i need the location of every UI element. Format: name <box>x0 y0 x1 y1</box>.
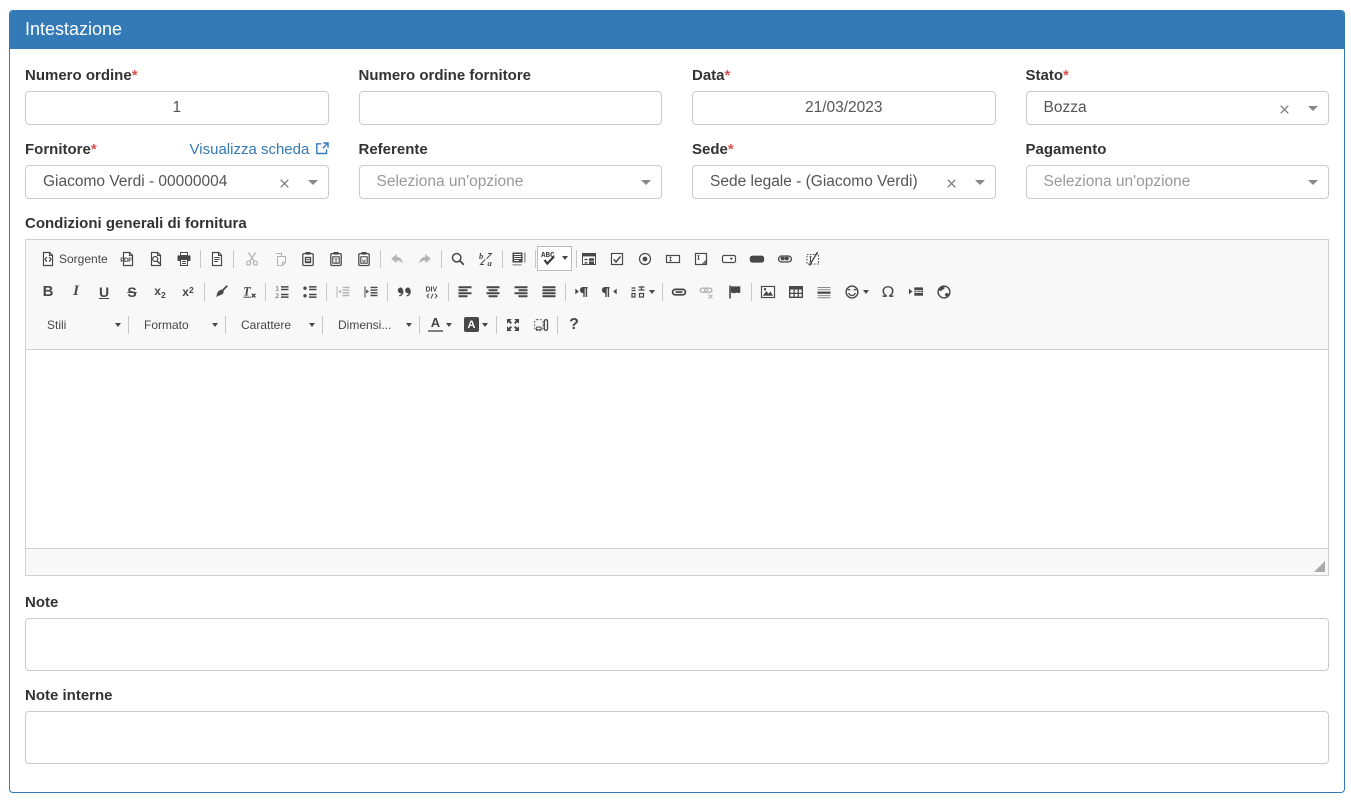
svg-text:PDF: PDF <box>120 257 132 264</box>
svg-text:T: T <box>334 257 339 264</box>
svg-text:DIV: DIV <box>426 286 438 293</box>
svg-text:1: 1 <box>275 285 279 292</box>
svg-text:b: b <box>479 251 483 261</box>
svg-text:2: 2 <box>275 293 279 300</box>
svg-text:w: w <box>362 258 367 264</box>
svg-text:a: a <box>488 258 493 267</box>
svg-text:T: T <box>243 284 252 298</box>
